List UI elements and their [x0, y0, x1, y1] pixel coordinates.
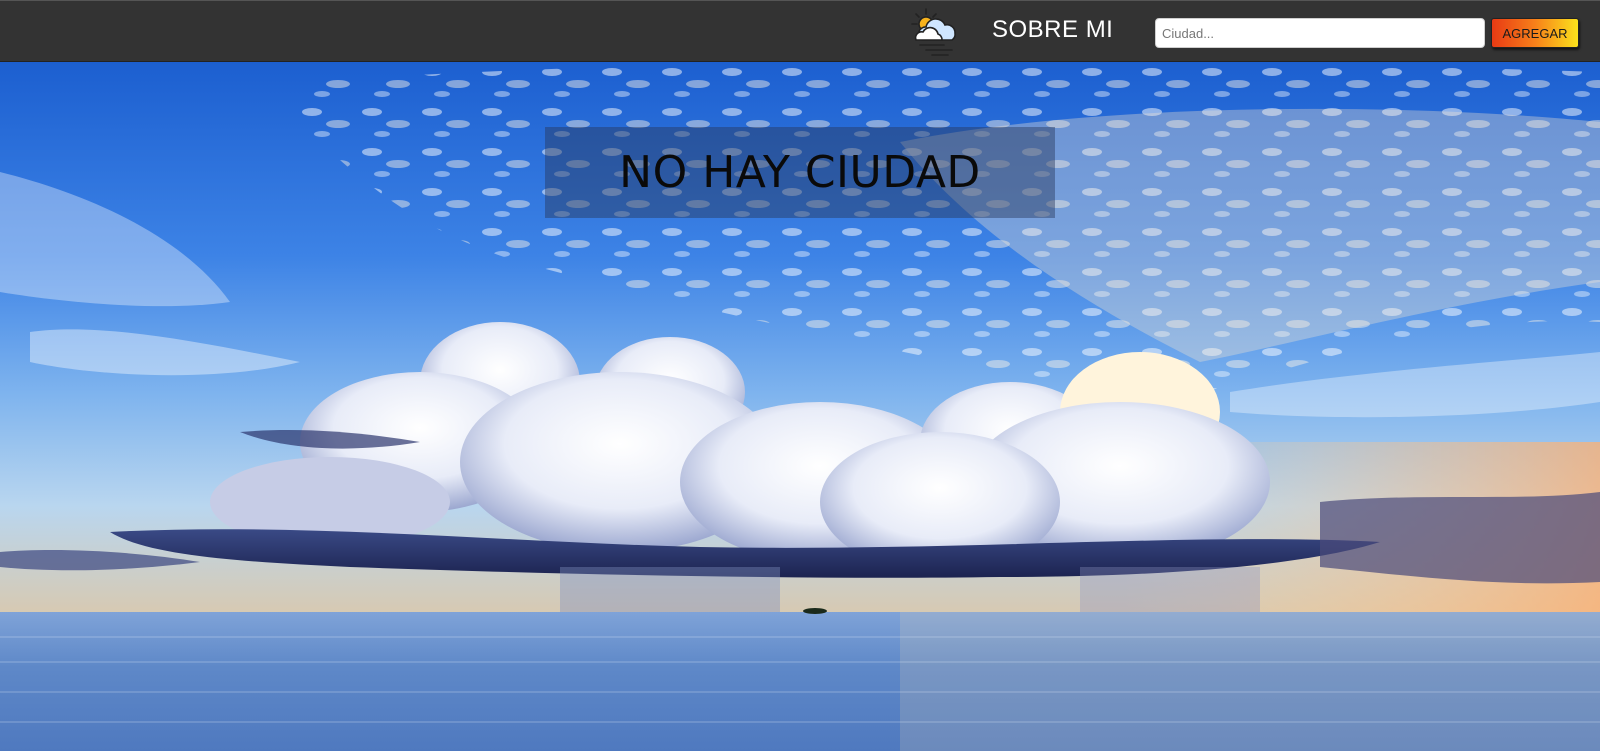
top-navbar: SOBRE MI AGREGAR: [0, 0, 1600, 62]
city-title: NO HAY CIUDAD: [619, 147, 981, 198]
about-link[interactable]: SOBRE MI: [992, 16, 1113, 44]
add-city-button[interactable]: AGREGAR: [1491, 18, 1579, 48]
city-search-input[interactable]: [1155, 18, 1485, 48]
weather-cloud-sun-icon[interactable]: [910, 6, 962, 58]
city-title-panel: NO HAY CIUDAD: [545, 127, 1055, 218]
